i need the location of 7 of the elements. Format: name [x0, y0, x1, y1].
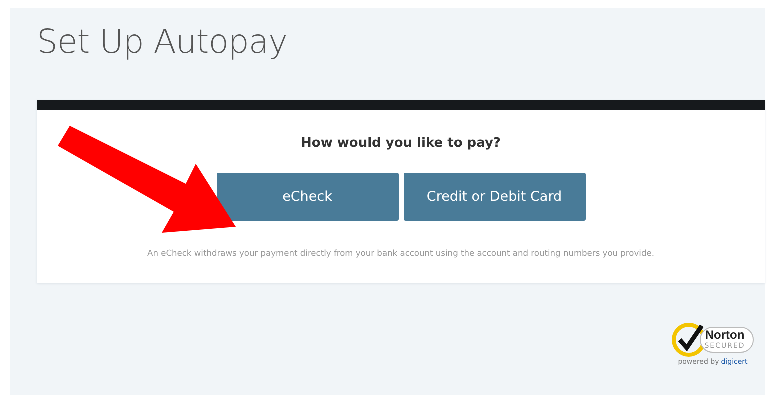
payment-option-button[interactable]: eCheck — [216, 173, 398, 221]
payment-option-button[interactable]: Credit or Debit Card — [404, 173, 586, 221]
note-text: An eCheck withdraws your payment directly from your bank account using the account and routing numbers you provide. — [148, 248, 654, 258]
question-text: How would you like to pay? — [301, 136, 501, 151]
page-title: Set Up Autopay — [37, 22, 289, 63]
checkmark-icon — [672, 323, 706, 357]
brand-text: Norton — [705, 329, 745, 342]
